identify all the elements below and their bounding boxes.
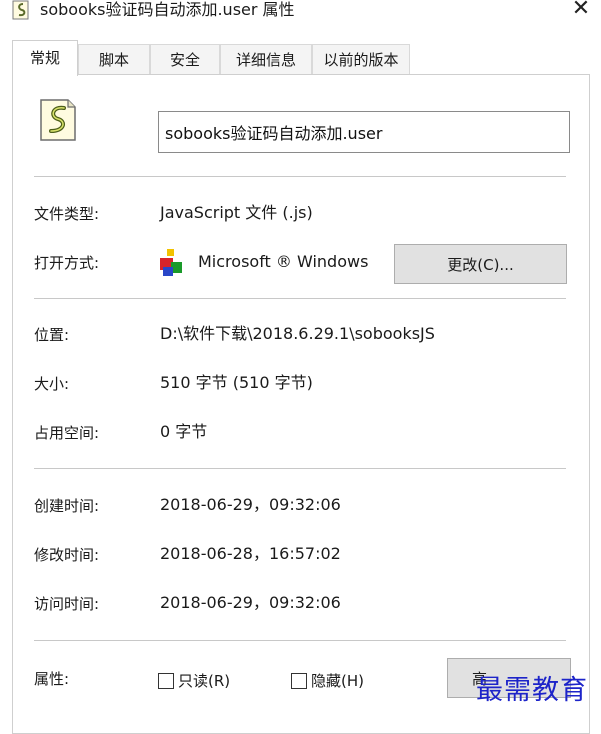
size-value: 510 字节 (510 字节) <box>160 373 313 392</box>
hidden-label: 隐藏(H) <box>311 672 364 690</box>
accessed-value: 2018-06-29，09:32:06 <box>160 593 341 612</box>
title-bar: sobooks验证码自动添加.user 属性 ✕ <box>0 0 601 24</box>
tab-previous-versions[interactable]: 以前的版本 <box>312 44 410 74</box>
readonly-checkbox[interactable]: 只读(R) <box>158 670 230 692</box>
created-value: 2018-06-29，09:32:06 <box>160 495 341 514</box>
location-label: 位置: <box>34 326 70 344</box>
windows-script-host-icon <box>160 249 182 276</box>
location-value: D:\软件下载\2018.6.29.1\sobooksJS <box>160 324 435 343</box>
modified-value: 2018-06-28，16:57:02 <box>160 544 341 563</box>
separator <box>34 468 566 469</box>
opens-with-label: 打开方式: <box>34 254 100 272</box>
tab-script[interactable]: 脚本 <box>78 44 150 74</box>
close-button[interactable]: ✕ <box>566 0 596 22</box>
tab-bar: 常规 脚本 安全 详细信息 以前的版本 <box>12 40 592 76</box>
tab-details[interactable]: 详细信息 <box>220 44 312 74</box>
separator <box>34 176 566 177</box>
tab-general[interactable]: 常规 <box>12 40 78 76</box>
file-type-label: 文件类型: <box>34 205 100 223</box>
size-label: 大小: <box>34 375 70 393</box>
modified-label: 修改时间: <box>34 546 100 564</box>
window-title: sobooks验证码自动添加.user 属性 <box>40 0 295 19</box>
close-icon: ✕ <box>571 0 591 21</box>
accessed-label: 访问时间: <box>34 595 100 613</box>
size-on-disk-value: 0 字节 <box>160 422 208 441</box>
file-type-value: JavaScript 文件 (.js) <box>160 203 313 222</box>
readonly-checkbox-box[interactable] <box>158 673 174 689</box>
separator <box>34 298 566 299</box>
file-name-input[interactable] <box>158 111 570 153</box>
tab-security[interactable]: 安全 <box>150 44 220 74</box>
attributes-label: 属性: <box>34 670 70 688</box>
readonly-label: 只读(R) <box>178 672 231 690</box>
created-label: 创建时间: <box>34 497 100 515</box>
size-on-disk-label: 占用空间: <box>34 424 100 442</box>
watermark-text: 最需教育 <box>476 675 588 706</box>
javascript-file-icon <box>12 0 29 20</box>
javascript-file-icon <box>40 99 76 141</box>
opens-with-value: Microsoft ® Windows <box>198 252 369 271</box>
separator <box>34 640 566 641</box>
change-button[interactable]: 更改(C)... <box>394 244 567 284</box>
general-panel <box>12 74 590 734</box>
hidden-checkbox-box[interactable] <box>291 673 307 689</box>
hidden-checkbox[interactable]: 隐藏(H) <box>291 670 364 692</box>
